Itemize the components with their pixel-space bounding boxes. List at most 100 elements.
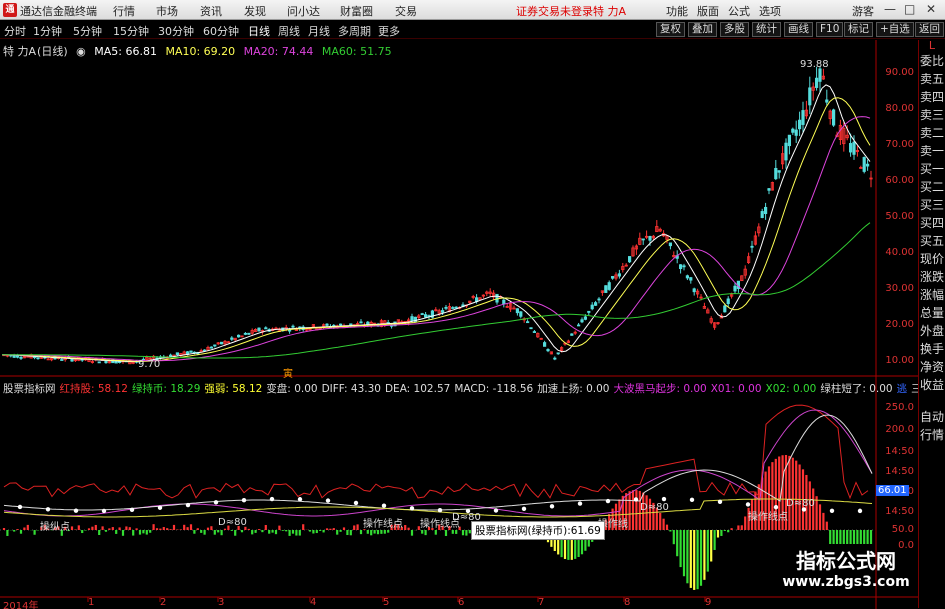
candle-body — [849, 143, 853, 153]
tool-stats[interactable]: 统计 — [752, 22, 781, 37]
candle-body — [529, 327, 533, 330]
ma20-line — [2, 116, 871, 362]
candle-body — [444, 306, 448, 309]
candle-body — [597, 298, 601, 301]
menu-function[interactable]: 功能 — [666, 3, 688, 19]
date-tick: 8 — [624, 597, 631, 608]
indicator-header: 股票指标网 红持股: 58.12 绿持币: 18.29 强弱: 58.12 变盘: 0.… — [3, 381, 945, 396]
candle-body — [692, 288, 696, 293]
indicator-label: D≈80 — [640, 502, 669, 513]
date-tick: 2014年 — [3, 601, 39, 609]
period-more[interactable]: 更多 — [378, 23, 400, 39]
event-badge[interactable]: 寅 — [283, 365, 293, 380]
indicator-dot — [857, 508, 863, 514]
indicator-dot — [717, 499, 723, 504]
tool-multistock[interactable]: 多股 — [720, 22, 749, 37]
panel-auto[interactable]: 自动 — [919, 408, 945, 426]
menu-market[interactable]: 市场 — [156, 3, 178, 19]
candle-body — [607, 282, 611, 290]
tool-add-watchlist[interactable]: +自选 — [876, 22, 914, 37]
candle-body — [338, 323, 343, 326]
indicator-header-item: 绿持币: 18.29 — [131, 383, 201, 395]
indicator-header-item: X01: 0.00 — [710, 383, 762, 395]
app-name: 通达信金融终端 — [20, 5, 97, 18]
minimize-button[interactable]: — — [884, 2, 896, 16]
indicator-dot — [297, 497, 303, 502]
indicator-dot — [353, 500, 359, 506]
tool-overlay[interactable]: 叠加 — [688, 22, 717, 37]
menu-formula[interactable]: 公式 — [728, 3, 750, 19]
tool-back[interactable]: 返回 — [915, 22, 944, 37]
candle-body — [866, 163, 870, 167]
price-tick: 50.00 — [885, 211, 914, 222]
period-15min[interactable]: 15分钟 — [113, 23, 149, 39]
candle-body — [291, 325, 295, 328]
period-weekly[interactable]: 周线 — [278, 23, 300, 39]
candle-body — [454, 306, 458, 309]
candle-body — [236, 334, 241, 338]
menu-wealth[interactable]: 财富圈 — [340, 3, 373, 19]
menu-quotes[interactable]: 行情 — [113, 3, 135, 19]
indicator-tick: 14:50 — [885, 466, 914, 477]
tool-adjust[interactable]: 复权 — [656, 22, 685, 37]
guest-login[interactable]: 游客 — [852, 3, 874, 19]
menu-news[interactable]: 资讯 — [200, 3, 222, 19]
price-tick: 60.00 — [885, 175, 914, 186]
candle-body — [777, 170, 781, 173]
panel-item: 卖五 — [919, 72, 944, 86]
period-30min[interactable]: 30分钟 — [158, 23, 194, 39]
indicator-tick: 50.0 — [891, 524, 914, 535]
panel-item: 外盘 — [919, 324, 944, 338]
candle-body — [209, 346, 213, 349]
candle-body — [553, 357, 557, 360]
menu-options[interactable]: 选项 — [759, 3, 781, 19]
indicator-dot — [45, 507, 51, 512]
candle-body — [641, 238, 645, 241]
price-tick: 70.00 — [885, 139, 914, 150]
indicator-header-item: 股票指标网 — [3, 383, 56, 395]
close-button[interactable]: ✕ — [926, 2, 936, 16]
period-1min[interactable]: 1分钟 — [33, 23, 62, 39]
panel-l-marker[interactable]: L — [919, 40, 945, 52]
maximize-button[interactable]: □ — [904, 2, 915, 16]
date-tick: 3 — [218, 597, 225, 608]
menu-trade[interactable]: 交易 — [395, 3, 417, 19]
candle-body — [60, 359, 64, 361]
date-tick: 4 — [310, 597, 317, 608]
menu-ask[interactable]: 问小达 — [287, 3, 320, 19]
candle-body — [556, 352, 560, 355]
candle-body — [733, 285, 737, 292]
indicator-header-item: 绿柱短了: 0.00 — [820, 383, 893, 395]
tool-f10[interactable]: F10 — [816, 22, 844, 37]
indicator-header-item: MACD: -118.56 — [454, 383, 534, 395]
tool-draw[interactable]: 画线 — [784, 22, 813, 37]
title-bar: 通 通达信金融终端 行情 市场 资讯 发现 问小达 财富圈 交易 证券交易未登录… — [0, 0, 945, 20]
candle-body — [767, 188, 771, 191]
indicator-header-item: 红持股: 58.12 — [59, 383, 128, 395]
period-multi[interactable]: 多周期 — [338, 23, 371, 39]
candle-body — [577, 324, 581, 327]
candle-body — [410, 316, 414, 322]
panel-quotes[interactable]: 行情 — [919, 426, 945, 444]
candle-body — [213, 344, 217, 347]
low-price-marker: 9.70 — [138, 359, 161, 370]
indicator-header-item: 大波黑马起步: 0.00 — [613, 383, 707, 395]
date-tick: 6 — [458, 597, 465, 608]
watermark-title: 指标公式网 — [796, 549, 896, 573]
menu-layout[interactable]: 版面 — [697, 3, 719, 19]
period-5min[interactable]: 5分钟 — [73, 23, 102, 39]
panel-item: 买五 — [919, 234, 944, 248]
login-notice[interactable]: 证券交易未登录 — [516, 3, 593, 19]
period-tick[interactable]: 分时 — [4, 23, 26, 39]
candle-body — [825, 99, 829, 103]
tool-mark[interactable]: 标记 — [844, 22, 873, 37]
period-monthly[interactable]: 月线 — [308, 23, 330, 39]
candle-body — [774, 167, 778, 180]
period-daily[interactable]: 日线 — [248, 23, 270, 39]
indicator-dot — [325, 498, 331, 503]
candle-body — [264, 327, 268, 330]
indicator-header-item: X02: 0.00 — [765, 383, 817, 395]
period-60min[interactable]: 60分钟 — [203, 23, 239, 39]
indicator-header-item: 变盘: 0.00 — [266, 383, 318, 395]
menu-discover[interactable]: 发现 — [244, 3, 266, 19]
